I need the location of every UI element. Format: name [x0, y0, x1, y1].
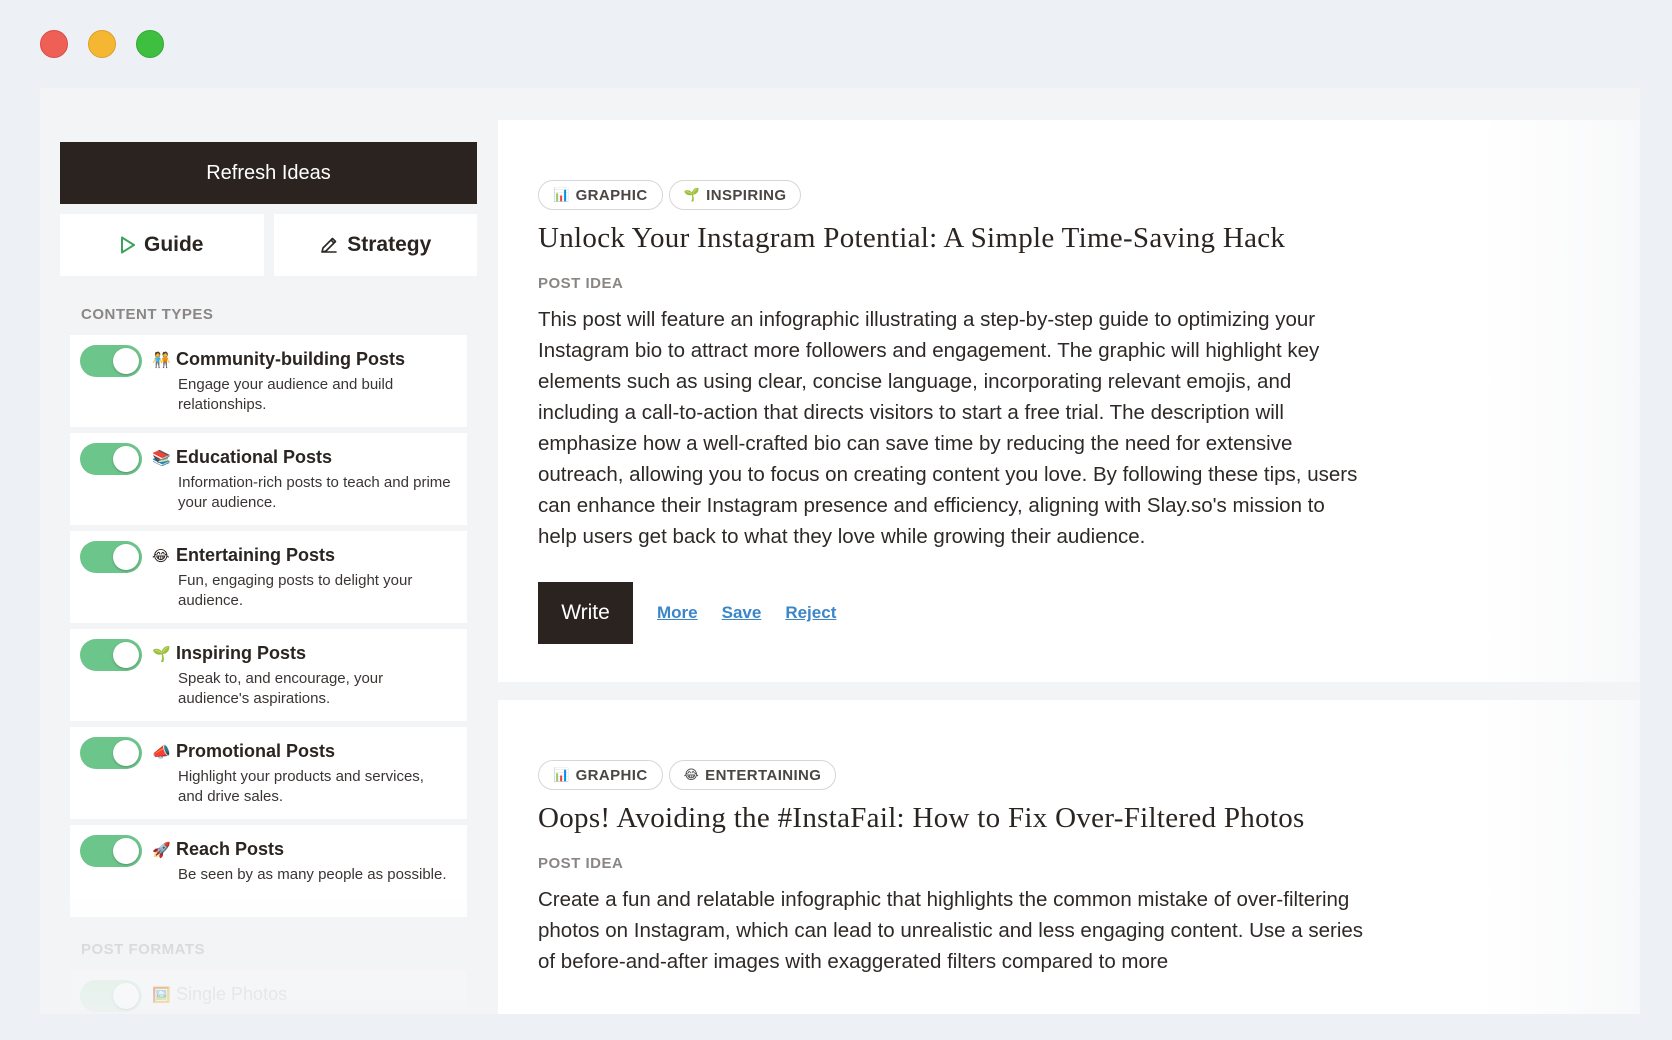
- inspiring-toggle[interactable]: [80, 639, 142, 671]
- community-icon: 🧑‍🤝‍🧑: [152, 351, 171, 369]
- content-type-label: Educational Posts: [176, 447, 333, 467]
- content-type-desc: Engage your audience and build relations…: [178, 376, 394, 413]
- toggle-knob: [113, 642, 139, 668]
- minimize-window-button[interactable]: [88, 30, 116, 58]
- post-actions: Write More Save Reject: [538, 582, 1640, 644]
- tag-inspiring: 🌱 INSPIRING: [668, 180, 802, 210]
- tag-graphic: 📊 GRAPHIC: [538, 180, 663, 210]
- content-type-title: 😂 Entertaining Posts: [152, 545, 335, 566]
- content-type-educational: 📚 Educational Posts Information-rich pos…: [70, 433, 467, 525]
- toggle-knob: [113, 544, 139, 570]
- laughing-face-icon: 😂: [152, 547, 170, 565]
- post-idea-card: 📊 GRAPHIC 🌱 INSPIRING Unlock Your Instag…: [498, 120, 1640, 682]
- tag-label: INSPIRING: [706, 186, 787, 204]
- maximize-window-button[interactable]: [136, 30, 164, 58]
- more-link[interactable]: More: [657, 603, 698, 623]
- content-type-label: Community-building Posts: [176, 349, 405, 369]
- post-format-label: Single Photos: [176, 984, 288, 1004]
- content-type-desc: Speak to, and encourage, your audience's…: [178, 670, 384, 707]
- laughing-face-icon: 😂: [683, 767, 700, 782]
- content-type-title: 🚀 Reach Posts: [152, 839, 284, 860]
- tag-label: GRAPHIC: [575, 186, 648, 204]
- content-type-entertaining: 😂 Entertaining Posts Fun, engaging posts…: [70, 531, 467, 623]
- content-types-list: 🧑‍🤝‍🧑 Community-building Posts Engage yo…: [70, 335, 467, 917]
- post-tags: 📊 GRAPHIC 🌱 INSPIRING: [538, 180, 1640, 210]
- educational-toggle[interactable]: [80, 443, 142, 475]
- content-type-label: Entertaining Posts: [176, 545, 336, 565]
- content-type-desc: Information-rich posts to teach and prim…: [178, 474, 451, 511]
- bar-chart-icon: 📊: [553, 767, 570, 782]
- toggle-knob: [113, 446, 139, 472]
- app-content: Refresh Ideas Guide Strategy CONTENT TYP…: [40, 88, 1640, 1014]
- tag-label: GRAPHIC: [575, 766, 648, 784]
- post-idea-card: 📊 GRAPHIC 😂 ENTERTAINING Oops! Avoiding …: [498, 700, 1640, 1014]
- post-idea-label: POST IDEA: [538, 275, 624, 292]
- picture-icon: 🖼️: [152, 986, 171, 1004]
- content-type-title: 📚 Educational Posts: [152, 447, 332, 468]
- tag-entertaining: 😂 ENTERTAINING: [668, 760, 837, 790]
- seedling-icon: 🌱: [152, 645, 171, 663]
- content-type-promotional: 📣 Promotional Posts Highlight your produ…: [70, 727, 467, 819]
- promotional-toggle[interactable]: [80, 737, 142, 769]
- play-icon: [120, 236, 135, 254]
- single-photos-toggle[interactable]: [80, 980, 142, 1012]
- content-type-title: 🧑‍🤝‍🧑 Community-building Posts: [152, 349, 405, 370]
- tag-graphic: 📊 GRAPHIC: [538, 760, 663, 790]
- sidebar: Refresh Ideas Guide Strategy CONTENT TYP…: [60, 142, 477, 1012]
- close-window-button[interactable]: [40, 30, 68, 58]
- books-icon: 📚: [152, 449, 171, 467]
- sidebar-secondary-buttons: Guide Strategy: [60, 214, 477, 276]
- content-type-label: Reach Posts: [176, 839, 285, 859]
- toggle-knob: [113, 983, 139, 1009]
- reject-link[interactable]: Reject: [785, 603, 836, 623]
- strategy-button[interactable]: Strategy: [273, 214, 477, 276]
- content-type-reach: 🚀 Reach Posts Be seen by as many people …: [70, 825, 467, 917]
- post-format-title: 🖼️ Single Photos: [152, 984, 287, 1005]
- content-type-desc: Highlight your products and services, an…: [178, 768, 424, 805]
- content-type-desc: Fun, engaging posts to delight your audi…: [178, 572, 413, 609]
- app-window: Refresh Ideas Guide Strategy CONTENT TYP…: [0, 0, 1672, 1040]
- reach-toggle[interactable]: [80, 835, 142, 867]
- content-type-label: Promotional Posts: [176, 741, 336, 761]
- post-title: Unlock Your Instagram Potential: A Simpl…: [538, 222, 1286, 254]
- toggle-knob: [113, 740, 139, 766]
- content-type-label: Inspiring Posts: [176, 643, 307, 663]
- strategy-label: Strategy: [347, 233, 432, 256]
- refresh-ideas-button[interactable]: Refresh Ideas: [60, 142, 477, 204]
- content-type-inspiring: 🌱 Inspiring Posts Speak to, and encourag…: [70, 629, 467, 721]
- bar-chart-icon: 📊: [553, 187, 570, 202]
- window-controls: [40, 30, 164, 58]
- content-type-desc: Be seen by as many people as possible.: [178, 866, 447, 883]
- write-button[interactable]: Write: [538, 582, 633, 644]
- content-type-community: 🧑‍🤝‍🧑 Community-building Posts Engage yo…: [70, 335, 467, 427]
- post-description: Create a fun and relatable infographic t…: [538, 888, 1364, 973]
- tag-label: ENTERTAINING: [705, 766, 822, 784]
- seedling-icon: 🌱: [683, 187, 701, 202]
- content-type-title: 📣 Promotional Posts: [152, 741, 335, 762]
- post-ideas-feed: 📊 GRAPHIC 🌱 INSPIRING Unlock Your Instag…: [498, 120, 1640, 1014]
- content-type-title: 🌱 Inspiring Posts: [152, 643, 306, 664]
- guide-button[interactable]: Guide: [60, 214, 264, 276]
- post-idea-label: POST IDEA: [538, 855, 624, 872]
- post-description: This post will feature an infographic il…: [538, 308, 1358, 548]
- toggle-knob: [113, 348, 139, 374]
- post-formats-heading: POST FORMATS: [81, 941, 206, 958]
- megaphone-icon: 📣: [152, 743, 171, 761]
- rocket-icon: 🚀: [152, 841, 171, 859]
- post-title: Oops! Avoiding the #InstaFail: How to Fi…: [538, 802, 1305, 834]
- entertaining-toggle[interactable]: [80, 541, 142, 573]
- pencil-icon: [321, 237, 338, 253]
- guide-label: Guide: [143, 233, 204, 256]
- save-link[interactable]: Save: [722, 603, 762, 623]
- community-toggle[interactable]: [80, 345, 142, 377]
- post-format-single-photos: 🖼️ Single Photos: [70, 970, 467, 1012]
- content-types-heading: CONTENT TYPES: [81, 306, 214, 323]
- toggle-knob: [113, 838, 139, 864]
- post-tags: 📊 GRAPHIC 😂 ENTERTAINING: [538, 760, 1640, 790]
